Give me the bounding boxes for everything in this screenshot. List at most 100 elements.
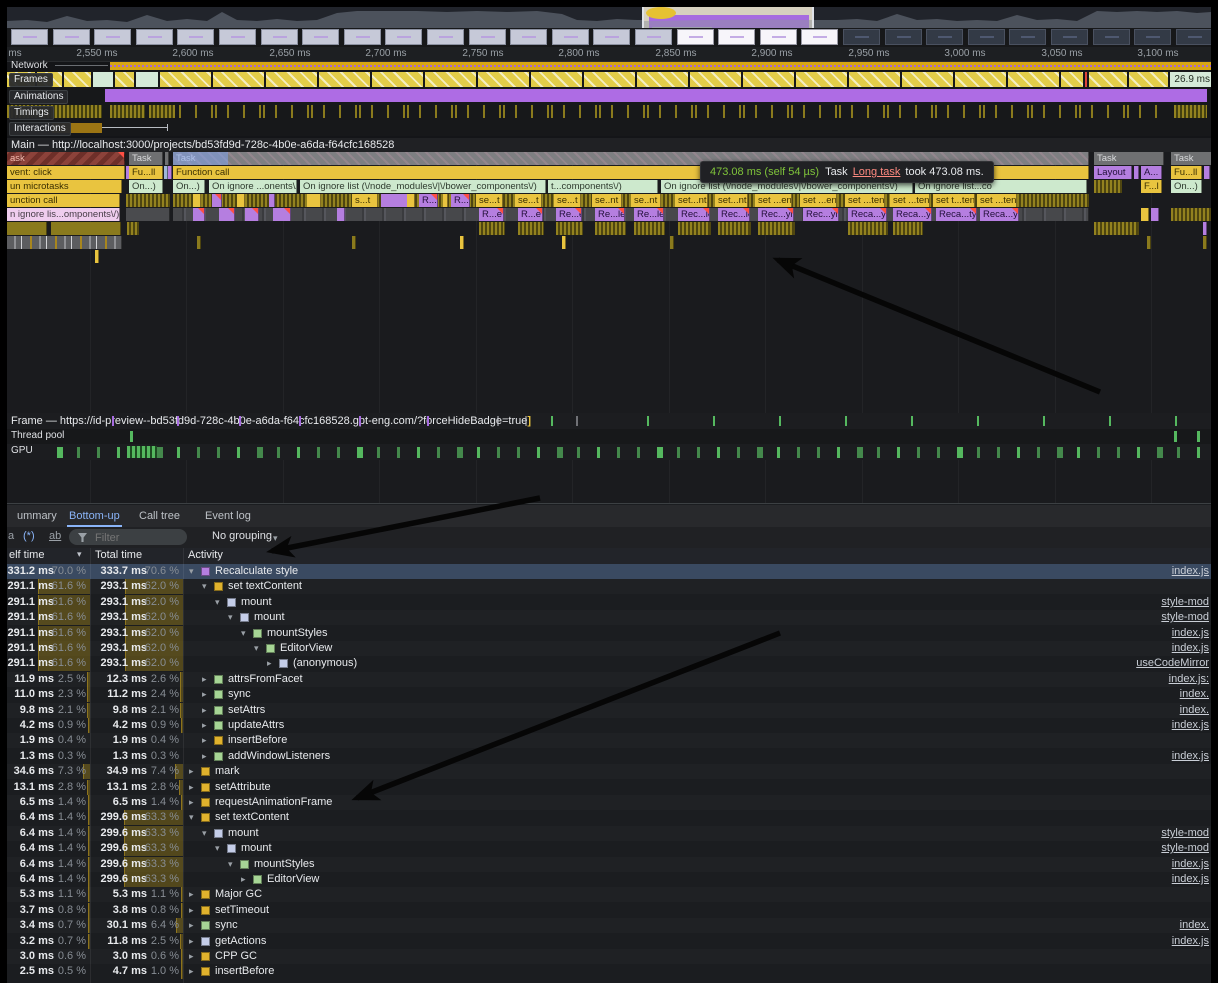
flame-block[interactable]: Fu...ll (1171, 166, 1202, 179)
screenshot-thumbnail[interactable] (219, 29, 256, 45)
screenshot-thumbnail[interactable] (718, 29, 755, 45)
expand-closed-icon[interactable]: ▸ (202, 703, 207, 718)
screenshot-thumbnail[interactable] (53, 29, 90, 45)
screenshot-thumbnail[interactable] (11, 29, 48, 45)
source-link[interactable]: index.js (1172, 718, 1209, 733)
expand-open-icon[interactable]: ▾ (254, 641, 259, 656)
screenshot-thumbnail[interactable] (968, 29, 1005, 45)
table-row[interactable]: 291.1 ms61.6 %293.1 ms62.0 %▾EditorViewi… (7, 641, 1211, 656)
flame-block[interactable]: On ignore list (\/node_modules\/|\/bower… (300, 180, 546, 193)
cpu-overview-minimap[interactable] (7, 7, 1211, 28)
network-request-bar[interactable] (110, 62, 1211, 70)
track-timings[interactable]: Timings (7, 104, 1211, 120)
source-link[interactable]: index.js (1172, 934, 1209, 949)
flame-block[interactable]: se..nt (592, 194, 622, 207)
flame-block[interactable]: set ...tent (977, 194, 1017, 207)
tooltip-long-task-link[interactable]: Long task (853, 166, 901, 178)
expand-open-icon[interactable]: ▾ (189, 810, 194, 825)
table-row[interactable]: 5.3 ms1.1 %5.3 ms1.1 %▸Major GC (7, 887, 1211, 902)
expand-closed-icon[interactable]: ▸ (202, 672, 207, 687)
tab-call-tree[interactable]: Call tree (133, 505, 186, 527)
frame-block[interactable] (266, 72, 317, 87)
toolbar-icon[interactable]: (*) (23, 530, 35, 542)
flame-sliver[interactable] (51, 222, 121, 235)
frame-block[interactable] (478, 72, 529, 87)
flame-block[interactable]: Task (129, 152, 163, 165)
flame-block[interactable]: Reca...yle (980, 208, 1019, 221)
source-link[interactable]: useCodeMirror (1136, 656, 1209, 671)
frame-block[interactable] (136, 72, 158, 87)
expand-closed-icon[interactable]: ▸ (241, 872, 246, 887)
flame-block[interactable]: vent: click (7, 166, 125, 179)
flame-block[interactable]: se...t (515, 194, 542, 207)
tab-event-log[interactable]: Event log (199, 505, 257, 527)
screenshot-thumbnail[interactable] (760, 29, 797, 45)
flame-block[interactable]: set...nt (715, 194, 748, 207)
frame-block[interactable] (584, 72, 635, 87)
screenshot-thumbnail[interactable] (1051, 29, 1088, 45)
flame-block[interactable]: Rec...le (678, 208, 710, 221)
table-row[interactable]: 3.7 ms0.8 %3.8 ms0.8 %▸setTimeout (7, 903, 1211, 918)
flame-sliver[interactable] (7, 222, 47, 235)
flame-sliver[interactable] (126, 208, 170, 221)
frame-block[interactable] (902, 72, 953, 87)
source-link[interactable]: index.js (1172, 872, 1209, 887)
flame-sliver[interactable] (337, 208, 345, 221)
screenshot-thumbnail[interactable] (1093, 29, 1130, 45)
flame-sliver[interactable] (758, 222, 795, 235)
flame-sliver[interactable] (212, 194, 222, 207)
flame-sliver[interactable] (670, 236, 674, 249)
expand-open-icon[interactable]: ▾ (228, 610, 233, 625)
table-row[interactable]: 6.4 ms1.4 %299.6 ms63.3 %▸EditorViewinde… (7, 872, 1211, 887)
expand-closed-icon[interactable]: ▸ (202, 718, 207, 733)
flame-sliver[interactable] (848, 222, 888, 235)
flame-block[interactable]: unction call (7, 194, 120, 207)
total-time-header[interactable]: Total time (95, 549, 142, 561)
screenshots-filmstrip[interactable] (7, 28, 1211, 47)
screenshot-thumbnail[interactable] (385, 29, 422, 45)
expand-open-icon[interactable]: ▾ (202, 579, 207, 594)
flame-block[interactable]: F...l (1141, 180, 1162, 193)
flame-sliver[interactable] (193, 208, 205, 221)
flame-sliver[interactable] (460, 236, 464, 249)
activity-header[interactable]: Activity (188, 549, 223, 561)
frame-block[interactable] (743, 72, 794, 87)
screenshot-thumbnail[interactable] (1134, 29, 1171, 45)
flame-sliver[interactable] (634, 222, 665, 235)
flame-block[interactable]: set t...tent (933, 194, 975, 207)
table-row[interactable]: 291.1 ms61.6 %293.1 ms62.0 %▾mountstyle-… (7, 610, 1211, 625)
flame-sliver[interactable] (893, 222, 923, 235)
table-row[interactable]: 6.4 ms1.4 %299.6 ms63.3 %▾mountStylesind… (7, 857, 1211, 872)
column-divider[interactable] (183, 548, 184, 983)
frame-block[interactable] (1085, 72, 1087, 87)
flame-block[interactable]: set ...ent (800, 194, 837, 207)
frame-section-title-row[interactable]: Frame — https://id-preview--bd53fd9d-728… (7, 413, 1211, 429)
frame-block[interactable] (425, 72, 476, 87)
source-link[interactable]: style-mod (1161, 610, 1209, 625)
flame-block[interactable]: Fu...ll (129, 166, 163, 179)
expand-open-icon[interactable]: ▾ (228, 857, 233, 872)
table-row[interactable]: 6.5 ms1.4 %6.5 ms1.4 %▸requestAnimationF… (7, 795, 1211, 810)
flame-sliver[interactable] (197, 236, 201, 249)
table-row[interactable]: 3.0 ms0.6 %3.0 ms0.6 %▸CPP GC (7, 949, 1211, 964)
table-row[interactable]: 6.4 ms1.4 %299.6 ms63.3 %▾set textConten… (7, 810, 1211, 825)
expand-closed-icon[interactable]: ▸ (189, 903, 194, 918)
table-row[interactable]: 291.1 ms61.6 %293.1 ms62.0 %▾set textCon… (7, 579, 1211, 594)
flame-block[interactable]: un microtasks (7, 180, 122, 193)
flame-sliver[interactable] (219, 208, 235, 221)
screenshot-thumbnail[interactable] (94, 29, 131, 45)
flame-block[interactable]: Re...e (556, 208, 582, 221)
flame-sliver[interactable] (193, 194, 201, 207)
flame-sliver[interactable] (1151, 208, 1159, 221)
frame-block[interactable] (531, 72, 582, 87)
expand-closed-icon[interactable]: ▸ (189, 764, 194, 779)
flame-block[interactable]: R...e (479, 208, 504, 221)
selection-handle-left[interactable] (642, 7, 644, 28)
main-flame-chart[interactable]: askTaskTaskTaskTaskvent: clickFu...llFun… (7, 152, 1211, 282)
screenshot-thumbnail[interactable] (677, 29, 714, 45)
animations-bar[interactable] (105, 89, 1207, 102)
flame-block[interactable]: Layout (1094, 166, 1132, 179)
flame-sliver[interactable] (165, 152, 169, 165)
flame-sliver[interactable] (1134, 166, 1139, 179)
expand-closed-icon[interactable]: ▸ (189, 795, 194, 810)
